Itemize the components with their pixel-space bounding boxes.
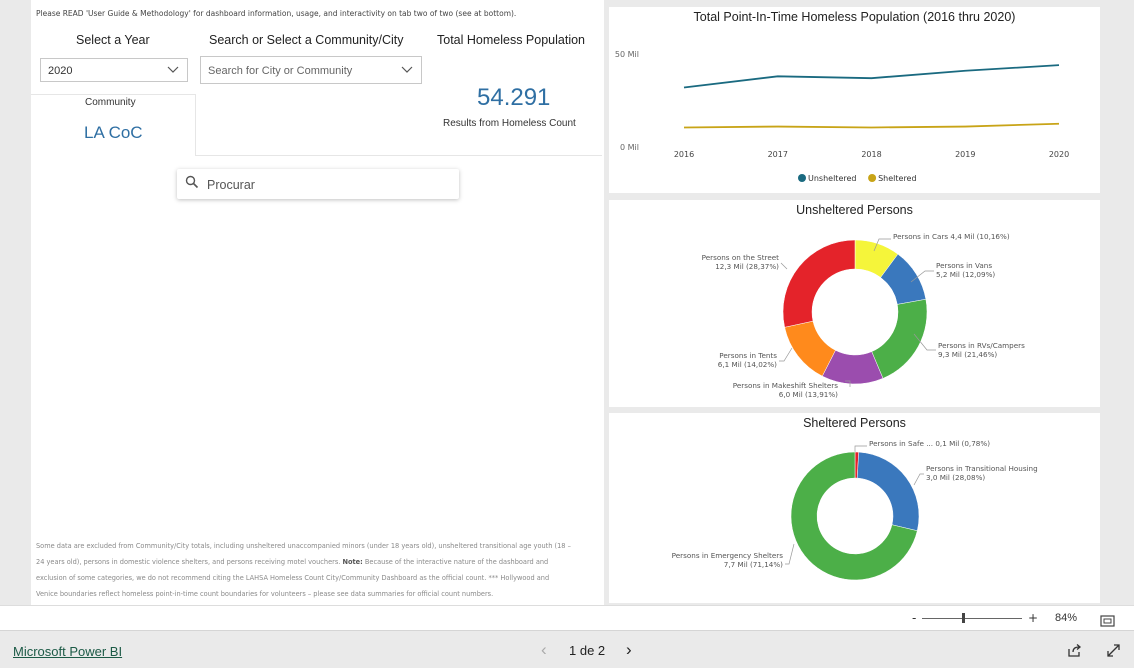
sheltered-donut: Persons in Safe ... 0,1 Mil (0,78%) Perso… — [672, 439, 1038, 581]
next-page-button[interactable]: › — [626, 640, 632, 660]
legend-marker — [798, 174, 806, 182]
slice-label: Persons in Tents — [719, 351, 777, 360]
slice-value-label: 7,7 Mil (71,14%) — [724, 560, 783, 569]
year-value: 2020 — [48, 65, 73, 77]
leader-line — [780, 262, 788, 270]
slice-value-label: 3,0 Mil (28,08%) — [926, 473, 985, 482]
share-icon[interactable] — [1067, 643, 1082, 662]
community-card-value: LA CoC — [84, 123, 143, 142]
notice-text: Please READ 'User Guide & Methodology' f… — [36, 9, 517, 18]
donut-slice — [782, 239, 856, 328]
slice-label: Persons in Safe ... 0,1 Mil (0,78%) — [869, 439, 990, 448]
divider — [195, 94, 196, 156]
slice-label: Persons on the Street — [702, 253, 780, 262]
community-card-label: Community — [85, 97, 136, 108]
slice-label: Persons in Emergency Shelters — [672, 551, 784, 560]
unsheltered-donut: Persons in Cars 4,4 Mil (10,16%) Persons … — [702, 232, 1025, 399]
leader-line — [779, 347, 793, 362]
divider — [195, 155, 602, 156]
divider — [31, 94, 195, 95]
sheltered-card: Sheltered Persons Persons in Safe ... 0,… — [609, 413, 1100, 603]
community-filter-label: Search or Select a Community/City — [209, 33, 404, 47]
footnote-note-label: Note: — [342, 558, 363, 566]
donut-slice — [871, 298, 928, 379]
series-line-sheltered — [683, 122, 1060, 129]
x-tick-label: 2016 — [674, 150, 694, 159]
footnote-line: exclusion of some categories, we do not … — [36, 574, 550, 582]
footnote-line: Some data are excluded from Community/Ci… — [36, 542, 571, 550]
x-tick-label: 2017 — [768, 150, 788, 159]
y-tick-label: 50 Mil — [615, 50, 639, 59]
series-line-unsheltered — [683, 64, 1060, 89]
slice-value-label: 12,3 Mil (28,37%) — [715, 262, 779, 271]
leader-line — [785, 543, 795, 565]
slice-label: Persons in Transitional Housing — [926, 464, 1038, 473]
footnote-line: Venice boundaries reflect homeless point… — [36, 590, 494, 598]
kpi-caption: Results from Homeless Count — [443, 118, 576, 129]
unsheltered-card: Unsheltered Persons Persons in Cars 4,4 … — [609, 200, 1100, 407]
slice-value-label: 9,3 Mil (21,46%) — [938, 350, 997, 359]
slice-label: Persons in Makeshift Shelters — [733, 381, 838, 390]
zoom-bar: - + 84% — [0, 605, 1134, 631]
search-placeholder: Procurar — [207, 178, 255, 192]
prev-page-button[interactable]: ‹ — [541, 640, 547, 660]
slice-label: Persons in RVs/Campers — [938, 341, 1025, 350]
footnote-line: 24 years old), persons in domestic viole… — [36, 554, 601, 570]
footnote: Some data are excluded from Community/Ci… — [36, 538, 601, 602]
zoom-in-button[interactable]: + — [1028, 611, 1038, 625]
slice-label: Persons in Vans — [936, 261, 992, 270]
slice-value-label: 5,2 Mil (12,09%) — [936, 270, 995, 279]
left-gutter — [0, 0, 28, 605]
zoom-slider-track[interactable] — [922, 618, 1022, 619]
year-filter-label: Select a Year — [76, 33, 150, 47]
community-placeholder: Search for City or Community — [208, 65, 353, 77]
y-tick-label: 0 Mil — [620, 143, 639, 152]
fullscreen-icon[interactable] — [1106, 643, 1121, 662]
zoom-slider-thumb[interactable] — [962, 613, 965, 623]
chevron-down-icon — [401, 62, 413, 79]
zoom-out-button[interactable]: - — [912, 611, 916, 625]
power-bi-link[interactable]: Microsoft Power BI — [13, 644, 122, 659]
community-dropdown[interactable]: Search for City or Community — [200, 56, 422, 84]
footnote-text: 24 years old), persons in domestic viole… — [36, 558, 341, 566]
footnote-text: Because of the interactive nature of the… — [364, 558, 549, 566]
x-tick-label: 2018 — [861, 150, 881, 159]
legend-marker — [868, 174, 877, 182]
page-indicator: 1 de 2 — [569, 643, 606, 658]
kpi-label: Total Homeless Population — [437, 33, 585, 47]
x-tick-label: 2019 — [955, 150, 975, 159]
donut-slice — [856, 451, 920, 532]
filter-panel: Please READ 'User Guide & Methodology' f… — [31, 0, 604, 605]
legend-label: Sheltered — [878, 174, 916, 183]
bottom-bar: Microsoft Power BI ‹ 1 de 2 › — [0, 630, 1134, 668]
chevron-down-icon — [167, 62, 179, 79]
leader-line — [854, 445, 867, 452]
kpi-value: 54.291 — [477, 84, 551, 111]
slice-label: Persons in Cars 4,4 Mil (10,16%) — [893, 232, 1010, 241]
slice-value-label: 6,1 Mil (14,02%) — [718, 360, 777, 369]
x-tick-label: 2020 — [1049, 150, 1069, 159]
search-box[interactable]: Procurar — [177, 169, 459, 199]
year-dropdown[interactable]: 2020 — [40, 58, 188, 82]
line-chart: 50 Mil 0 Mil 2016 2017 2018 2019 2020 Unshelter… — [615, 50, 1069, 183]
line-chart-card: Total Point-In-Time Homeless Population … — [609, 7, 1100, 193]
right-gutter — [1104, 0, 1134, 605]
slice-value-label: 6,0 Mil (13,91%) — [779, 390, 838, 399]
zoom-level: 84% — [1055, 612, 1078, 624]
legend-label: Unsheltered — [808, 174, 856, 183]
leader-line — [913, 473, 924, 486]
fit-to-page-icon[interactable] — [1100, 612, 1115, 631]
search-icon — [185, 175, 199, 192]
